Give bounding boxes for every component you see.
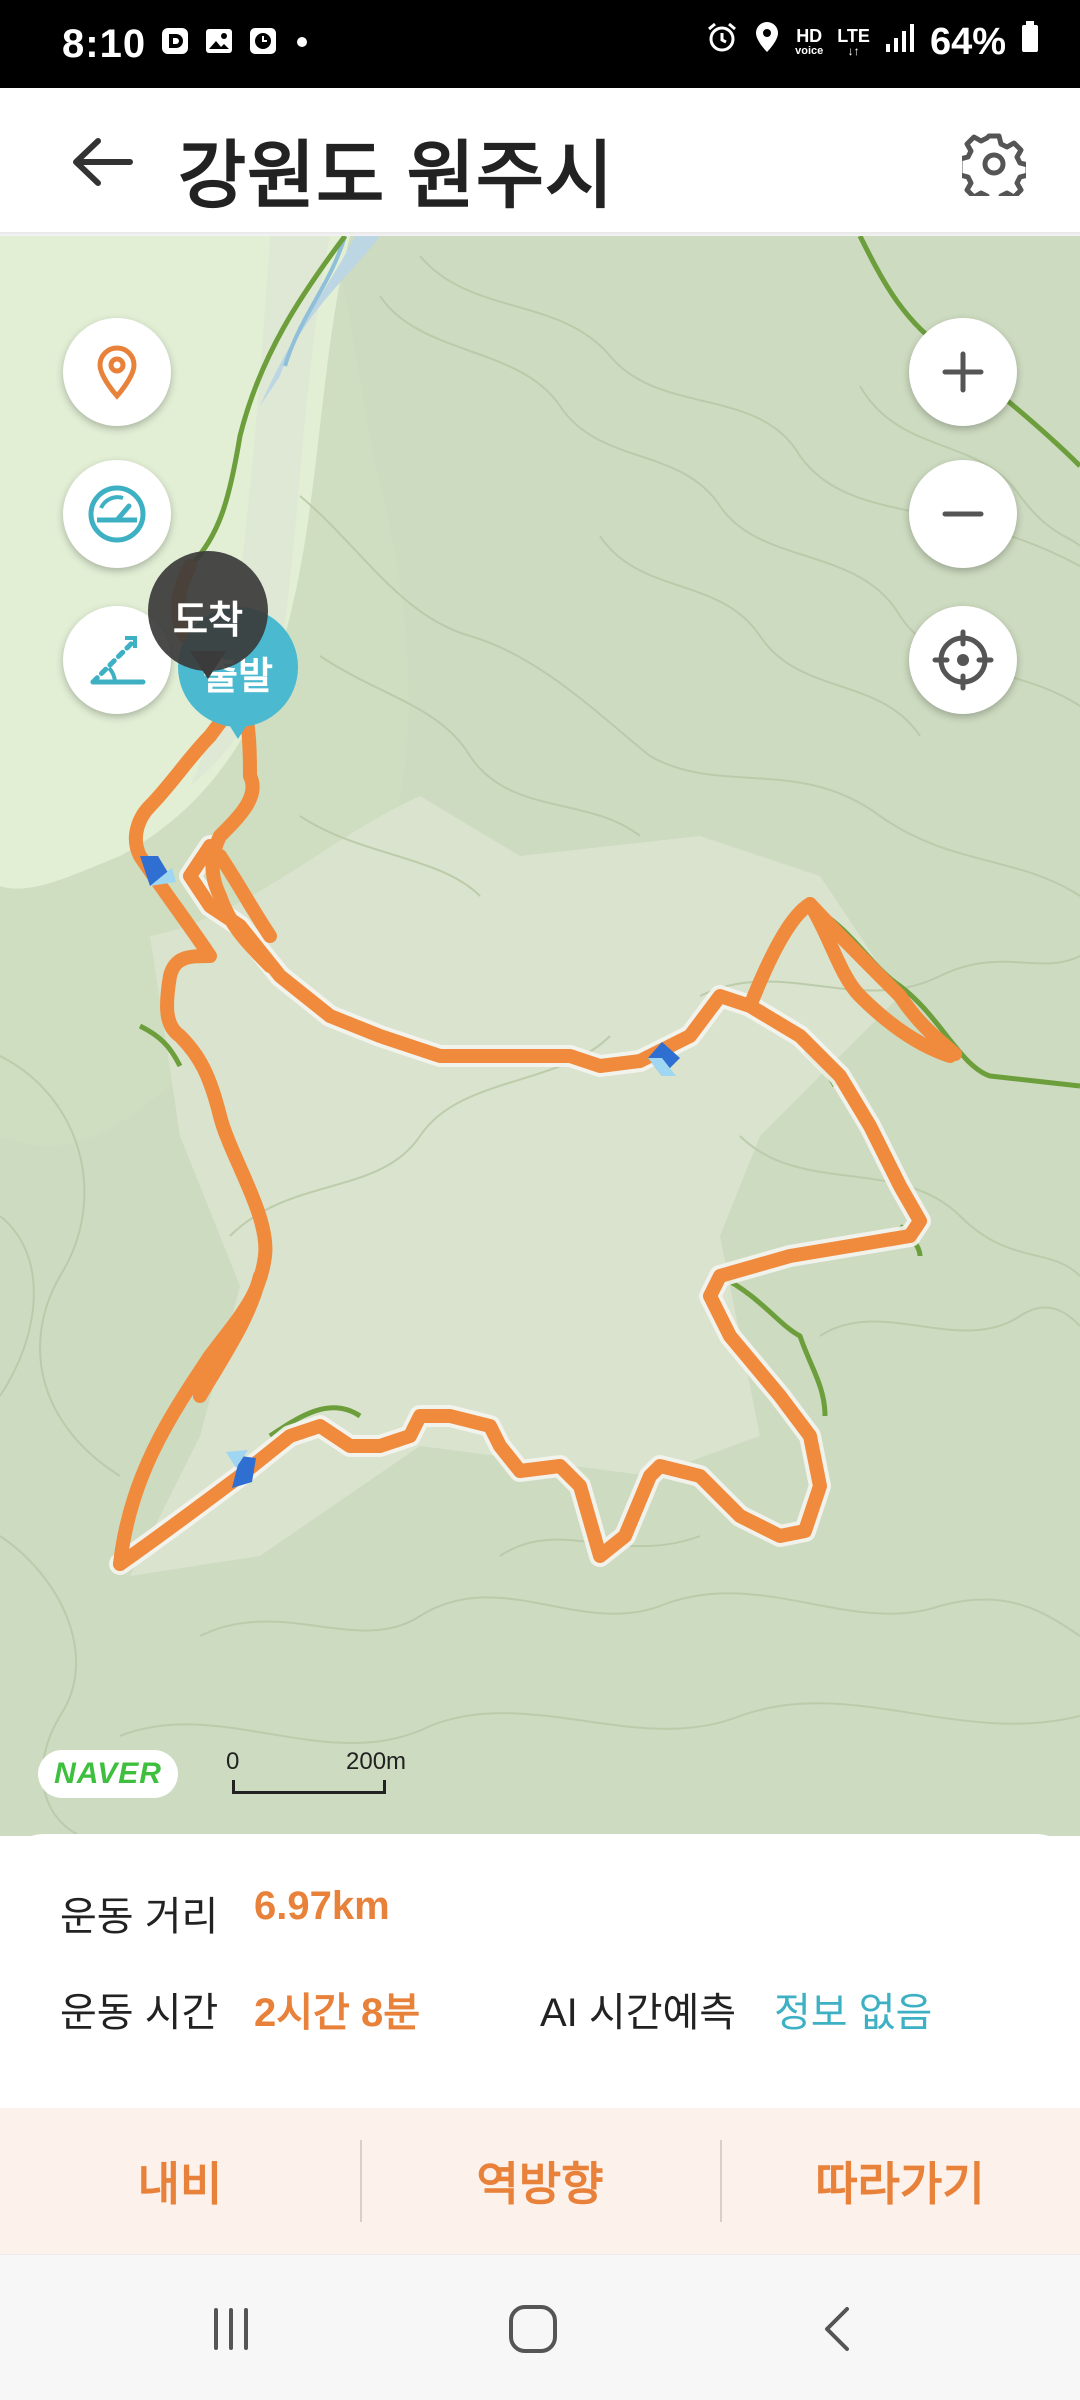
gallery-icon bbox=[204, 26, 234, 61]
alarm-icon bbox=[705, 20, 739, 64]
route-info-sheet: 운동 거리 6.97km 운동 시간 2시간 8분 AI 시간예측 정보 없음 bbox=[0, 1834, 1080, 2108]
map-scale-bar: 0 200m bbox=[222, 1748, 422, 1808]
clock-app-icon bbox=[248, 26, 278, 61]
battery-percent: 64% bbox=[929, 20, 1006, 63]
map-pin-icon bbox=[97, 345, 137, 400]
arrow-left-icon bbox=[73, 138, 133, 186]
scale-zero-label: 0 bbox=[226, 1748, 240, 1775]
reverse-direction-button[interactable]: 역방향 bbox=[360, 2108, 720, 2254]
signal-icon bbox=[884, 21, 916, 64]
lte-indicator: LTE ↓↑ bbox=[837, 26, 870, 58]
zoom-out-button[interactable] bbox=[909, 460, 1017, 568]
elevation-slope-icon bbox=[90, 636, 146, 685]
follow-route-button[interactable]: 따라가기 bbox=[720, 2108, 1080, 2254]
distance-value: 6.97km bbox=[254, 1884, 390, 1928]
action-divider bbox=[720, 2140, 722, 2222]
speedometer-icon bbox=[88, 485, 146, 543]
naver-logo: NAVER bbox=[38, 1750, 178, 1798]
d-app-icon bbox=[160, 26, 190, 61]
zoom-in-button[interactable] bbox=[909, 318, 1017, 426]
dot-icon bbox=[292, 26, 312, 61]
settings-button[interactable] bbox=[952, 122, 1036, 206]
plus-icon bbox=[942, 351, 984, 393]
back-button[interactable] bbox=[60, 120, 144, 204]
navigate-button[interactable]: 내비 bbox=[0, 2108, 360, 2254]
map-terrain bbox=[0, 236, 1080, 1836]
system-back-button[interactable] bbox=[792, 2289, 882, 2369]
notification-icons bbox=[160, 26, 312, 61]
recent-apps-button[interactable] bbox=[186, 2289, 276, 2369]
status-bar: 8:10 HD voice LTE ↓↑ 64% bbox=[0, 0, 1080, 88]
arrival-marker-label: 도착 bbox=[173, 600, 243, 642]
home-button[interactable] bbox=[488, 2289, 578, 2369]
location-icon bbox=[753, 20, 781, 64]
distance-label: 운동 거리 bbox=[60, 1895, 219, 1939]
scale-distance-label: 200m bbox=[346, 1748, 407, 1775]
time-value: 2시간 8분 bbox=[254, 1991, 421, 2035]
ai-prediction-value: 정보 없음 bbox=[774, 1991, 933, 2035]
minus-icon bbox=[942, 511, 984, 517]
app-header: 강원도 원주시 bbox=[0, 88, 1080, 236]
status-time: 8:10 bbox=[62, 22, 147, 66]
my-location-button[interactable] bbox=[909, 606, 1017, 714]
gear-icon bbox=[962, 133, 1026, 196]
action-divider bbox=[360, 2140, 362, 2222]
arrival-marker[interactable]: 도착 bbox=[148, 551, 272, 679]
page-title: 강원도 원주시 bbox=[178, 134, 615, 217]
battery-icon bbox=[1020, 20, 1040, 64]
crosshair-icon bbox=[932, 629, 994, 691]
current-place-button[interactable] bbox=[63, 318, 171, 426]
map-view[interactable]: 출발 도착 NAVER 0 200m bbox=[0, 236, 1080, 1836]
system-navigation-bar bbox=[0, 2254, 1080, 2400]
home-icon bbox=[509, 2305, 557, 2353]
action-bar: 내비 역방향 따라가기 bbox=[0, 2108, 1080, 2254]
recent-apps-icon bbox=[214, 2308, 248, 2350]
chevron-left-icon bbox=[825, 2307, 849, 2351]
ai-prediction-label: AI 시간예측 bbox=[540, 1991, 737, 2035]
time-label: 운동 시간 bbox=[60, 1991, 219, 2035]
hd-voice-indicator: HD voice bbox=[795, 26, 824, 57]
status-right: HD voice LTE ↓↑ 64% bbox=[705, 20, 1040, 64]
